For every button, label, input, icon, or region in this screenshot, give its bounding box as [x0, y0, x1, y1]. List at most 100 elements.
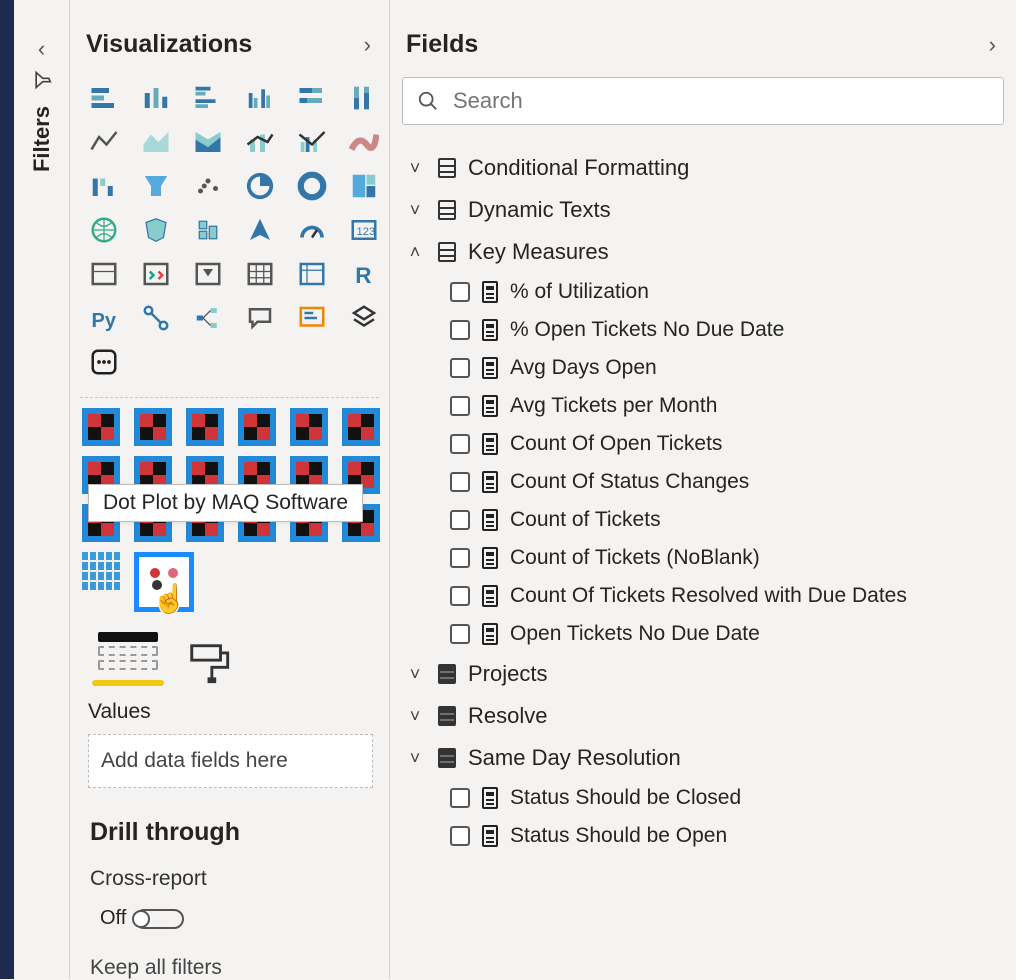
table-row[interactable]: ˅Same Day Resolution [400, 737, 1006, 779]
chevron-down-icon[interactable]: ˅ [404, 200, 426, 221]
viz-line-icon[interactable] [82, 123, 126, 161]
viz-multi-card-icon[interactable] [82, 255, 126, 293]
viz-slicer-icon[interactable] [186, 255, 230, 293]
viz-azure-map-icon[interactable] [238, 211, 282, 249]
chevron-down-icon[interactable]: ˅ [404, 748, 426, 769]
table-row[interactable]: ˄Key Measures [400, 231, 1006, 273]
field-row[interactable]: Count Of Tickets Resolved with Due Dates [400, 577, 1006, 615]
field-checkbox[interactable] [450, 548, 470, 568]
viz-matrix-icon[interactable] [290, 255, 334, 293]
custom-visual-3[interactable] [186, 408, 224, 446]
field-checkbox[interactable] [450, 586, 470, 606]
field-row[interactable]: Count of Tickets [400, 501, 1006, 539]
visualizations-collapse-icon[interactable]: › [364, 32, 371, 58]
field-row[interactable]: Status Should be Open [400, 817, 1006, 855]
viz-filled-map-icon[interactable] [134, 211, 178, 249]
viz-line-clustered-icon[interactable] [290, 123, 334, 161]
viz-scatter-icon[interactable] [186, 167, 230, 205]
field-label: Avg Days Open [510, 356, 657, 380]
custom-visual-5[interactable] [290, 408, 328, 446]
field-checkbox[interactable] [450, 472, 470, 492]
field-row[interactable]: Count Of Status Changes [400, 463, 1006, 501]
field-checkbox[interactable] [450, 282, 470, 302]
custom-visual-dot-plot-selected[interactable]: ☝ [134, 552, 194, 612]
field-checkbox[interactable] [450, 358, 470, 378]
chevron-down-icon[interactable]: ˅ [404, 158, 426, 179]
viz-qa-icon[interactable] [238, 299, 282, 337]
table-row[interactable]: ˅Conditional Formatting [400, 147, 1006, 189]
chevron-up-icon[interactable]: ˄ [404, 242, 426, 263]
cross-report-toggle[interactable] [134, 909, 184, 929]
fields-search-input[interactable] [453, 88, 989, 114]
field-checkbox[interactable] [450, 624, 470, 644]
viz-waterfall-icon[interactable] [82, 167, 126, 205]
fields-well-tab[interactable] [92, 632, 164, 686]
viz-treemap-icon[interactable] [342, 167, 386, 205]
cross-report-toggle-state: Off [100, 907, 126, 930]
viz-more-icon[interactable] [82, 343, 126, 381]
custom-visual-6[interactable] [342, 408, 380, 446]
viz-table-icon[interactable] [238, 255, 282, 293]
viz-pie-icon[interactable] [238, 167, 282, 205]
viz-funnel-icon[interactable] [134, 167, 178, 205]
viz-shape-map-icon[interactable] [186, 211, 230, 249]
fields-collapse-icon[interactable]: › [989, 32, 996, 58]
viz-clustered-bar-icon[interactable] [186, 79, 230, 117]
filters-expand-icon[interactable]: ‹ [38, 36, 45, 62]
field-checkbox[interactable] [450, 788, 470, 808]
field-row[interactable]: % of Utilization [400, 273, 1006, 311]
viz-r-icon[interactable]: R [342, 255, 386, 293]
field-row[interactable]: Open Tickets No Due Date [400, 615, 1006, 653]
field-row[interactable]: Avg Days Open [400, 349, 1006, 387]
viz-stacked-column-icon[interactable] [134, 79, 178, 117]
viz-decomposition-icon[interactable] [186, 299, 230, 337]
values-drop-zone[interactable]: Add data fields here [88, 734, 373, 788]
viz-ribbon-icon[interactable] [342, 123, 386, 161]
viz-key-influencers-icon[interactable] [134, 299, 178, 337]
custom-visual-dotgrid[interactable] [82, 552, 120, 590]
viz-card-icon[interactable]: 123 [342, 211, 386, 249]
svg-text:R: R [355, 263, 371, 288]
table-row[interactable]: ˅Projects [400, 653, 1006, 695]
viz-100-bar-icon[interactable] [290, 79, 334, 117]
field-checkbox[interactable] [450, 320, 470, 340]
custom-visual-1[interactable] [82, 408, 120, 446]
viz-paginated-icon[interactable] [342, 299, 386, 337]
viz-line-column-icon[interactable] [238, 123, 282, 161]
field-row[interactable]: Status Should be Closed [400, 779, 1006, 817]
viz-stacked-area-icon[interactable] [186, 123, 230, 161]
field-checkbox[interactable] [450, 826, 470, 846]
table-row[interactable]: ˅Resolve [400, 695, 1006, 737]
measure-icon [482, 825, 498, 847]
format-tab-icon[interactable] [186, 640, 232, 686]
fields-search[interactable] [402, 77, 1004, 125]
filters-funnel-icon[interactable] [32, 70, 52, 90]
field-label: Open Tickets No Due Date [510, 622, 760, 646]
filters-label[interactable]: Filters [29, 106, 55, 172]
viz-gauge-icon[interactable] [290, 211, 334, 249]
field-row[interactable]: Count of Tickets (NoBlank) [400, 539, 1006, 577]
field-row[interactable]: Count Of Open Tickets [400, 425, 1006, 463]
viz-100-column-icon[interactable] [342, 79, 386, 117]
viz-donut-icon[interactable] [290, 167, 334, 205]
custom-visual-2[interactable] [134, 408, 172, 446]
chevron-down-icon[interactable]: ˅ [404, 664, 426, 685]
viz-kpi-icon[interactable] [134, 255, 178, 293]
search-icon [417, 90, 439, 112]
viz-stacked-bar-icon[interactable] [82, 79, 126, 117]
field-label: Count Of Tickets Resolved with Due Dates [510, 584, 907, 608]
custom-visual-4[interactable] [238, 408, 276, 446]
viz-narrative-icon[interactable] [290, 299, 334, 337]
field-checkbox[interactable] [450, 510, 470, 530]
measure-icon [482, 547, 498, 569]
chevron-down-icon[interactable]: ˅ [404, 706, 426, 727]
viz-python-icon[interactable]: Py [82, 299, 126, 337]
field-checkbox[interactable] [450, 434, 470, 454]
viz-map-icon[interactable] [82, 211, 126, 249]
table-row[interactable]: ˅Dynamic Texts [400, 189, 1006, 231]
field-checkbox[interactable] [450, 396, 470, 416]
viz-clustered-column-icon[interactable] [238, 79, 282, 117]
viz-area-icon[interactable] [134, 123, 178, 161]
field-row[interactable]: Avg Tickets per Month [400, 387, 1006, 425]
field-row[interactable]: % Open Tickets No Due Date [400, 311, 1006, 349]
